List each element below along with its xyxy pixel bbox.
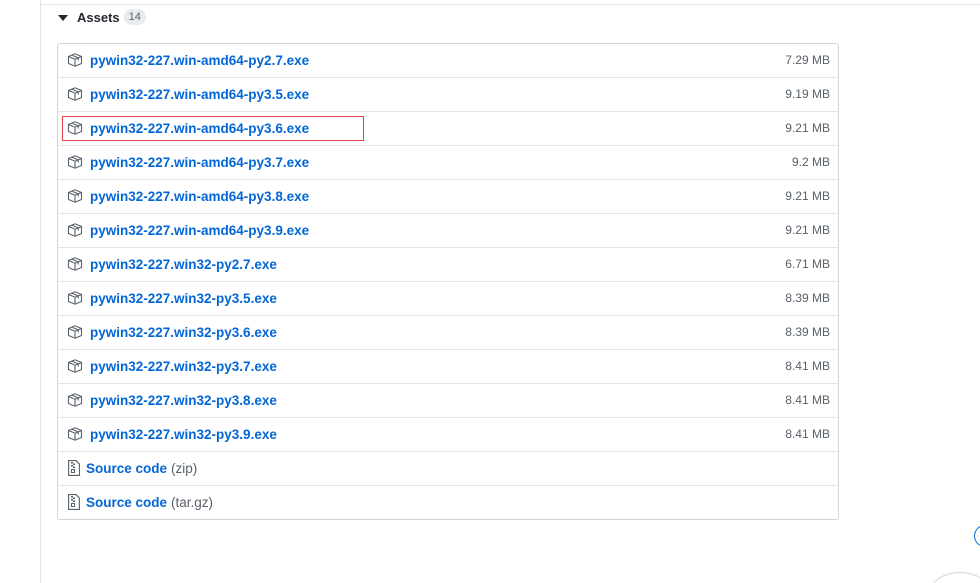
package-icon <box>67 426 83 442</box>
assets-title: Assets <box>77 9 120 25</box>
package-icon <box>67 154 83 170</box>
source-code-row: Source code (tar.gz) <box>58 485 838 519</box>
asset-row: pywin32-227.win-amd64-py3.6.exe 9.21 MB <box>58 111 838 145</box>
package-icon <box>67 188 83 204</box>
asset-size: 9.21 MB <box>785 189 830 203</box>
file-zip-icon <box>68 494 80 510</box>
timeline-rule <box>40 0 41 583</box>
package-icon <box>67 52 83 68</box>
asset-size: 6.71 MB <box>785 257 830 271</box>
asset-row: pywin32-227.win32-py3.5.exe 8.39 MB <box>58 281 838 315</box>
asset-row: pywin32-227.win-amd64-py3.5.exe 9.19 MB <box>58 77 838 111</box>
package-icon <box>67 120 83 136</box>
asset-download-link[interactable]: pywin32-227.win-amd64-py3.8.exe <box>90 188 309 205</box>
asset-download-link[interactable]: pywin32-227.win-amd64-py3.9.exe <box>90 222 309 239</box>
asset-row: pywin32-227.win-amd64-py3.8.exe 9.21 MB <box>58 179 838 213</box>
decorative-arc <box>930 572 980 583</box>
asset-size: 9.19 MB <box>785 87 830 101</box>
asset-download-link[interactable]: pywin32-227.win32-py2.7.exe <box>90 256 277 273</box>
file-zip-icon <box>68 460 80 476</box>
assets-list: pywin32-227.win-amd64-py2.7.exe 7.29 MB py… <box>57 43 839 520</box>
release-page: Assets 14 pywin32-227.win-amd64-py2.7.ex… <box>0 0 980 583</box>
source-code-format: (tar.gz) <box>171 495 214 510</box>
asset-size: 7.29 MB <box>785 53 830 67</box>
asset-size: 8.39 MB <box>785 325 830 339</box>
source-code-format: (zip) <box>171 461 198 476</box>
asset-download-link[interactable]: pywin32-227.win-amd64-py3.7.exe <box>90 154 309 171</box>
asset-download-link[interactable]: pywin32-227.win32-py3.6.exe <box>90 324 277 341</box>
package-icon <box>67 256 83 272</box>
asset-size: 8.41 MB <box>785 393 830 407</box>
source-code-row: Source code (zip) <box>58 451 838 485</box>
asset-row: pywin32-227.win32-py3.7.exe 8.41 MB <box>58 349 838 383</box>
section-divider <box>40 4 980 5</box>
asset-size: 8.41 MB <box>785 427 830 441</box>
asset-size: 9.2 MB <box>791 155 830 169</box>
asset-size: 9.21 MB <box>785 223 830 237</box>
source-code-link[interactable]: Source code (zip) <box>86 460 197 477</box>
asset-download-link[interactable]: pywin32-227.win32-py3.8.exe <box>90 392 277 409</box>
package-icon <box>67 392 83 408</box>
asset-size: 8.41 MB <box>785 359 830 373</box>
asset-download-link[interactable]: pywin32-227.win-amd64-py3.6.exe <box>90 120 309 137</box>
source-code-label: Source code <box>86 495 168 510</box>
package-icon <box>67 86 83 102</box>
asset-row: pywin32-227.win32-py2.7.exe 6.71 MB <box>58 247 838 281</box>
asset-row: pywin32-227.win32-py3.6.exe 8.39 MB <box>58 315 838 349</box>
asset-row: pywin32-227.win32-py3.8.exe 8.41 MB <box>58 383 838 417</box>
source-code-label: Source code <box>86 461 168 476</box>
asset-download-link[interactable]: pywin32-227.win32-py3.5.exe <box>90 290 277 307</box>
asset-size: 8.39 MB <box>785 291 830 305</box>
package-icon <box>67 222 83 238</box>
scroll-to-top-button[interactable] <box>974 525 980 547</box>
source-code-link[interactable]: Source code (tar.gz) <box>86 494 213 511</box>
asset-size: 9.21 MB <box>785 121 830 135</box>
asset-row: pywin32-227.win-amd64-py3.9.exe 9.21 MB <box>58 213 838 247</box>
asset-download-link[interactable]: pywin32-227.win-amd64-py3.5.exe <box>90 86 309 103</box>
assets-toggle[interactable]: Assets 14 <box>58 8 146 26</box>
asset-row: pywin32-227.win32-py3.9.exe 8.41 MB <box>58 417 838 451</box>
package-icon <box>67 290 83 306</box>
asset-download-link[interactable]: pywin32-227.win32-py3.7.exe <box>90 358 277 375</box>
package-icon <box>67 358 83 374</box>
asset-download-link[interactable]: pywin32-227.win32-py3.9.exe <box>90 426 277 443</box>
asset-download-link[interactable]: pywin32-227.win-amd64-py2.7.exe <box>90 52 309 69</box>
asset-row: pywin32-227.win-amd64-py2.7.exe 7.29 MB <box>58 44 838 77</box>
package-icon <box>67 324 83 340</box>
triangle-down-icon <box>58 14 68 21</box>
asset-row: pywin32-227.win-amd64-py3.7.exe 9.2 MB <box>58 145 838 179</box>
assets-count-badge: 14 <box>123 9 146 25</box>
